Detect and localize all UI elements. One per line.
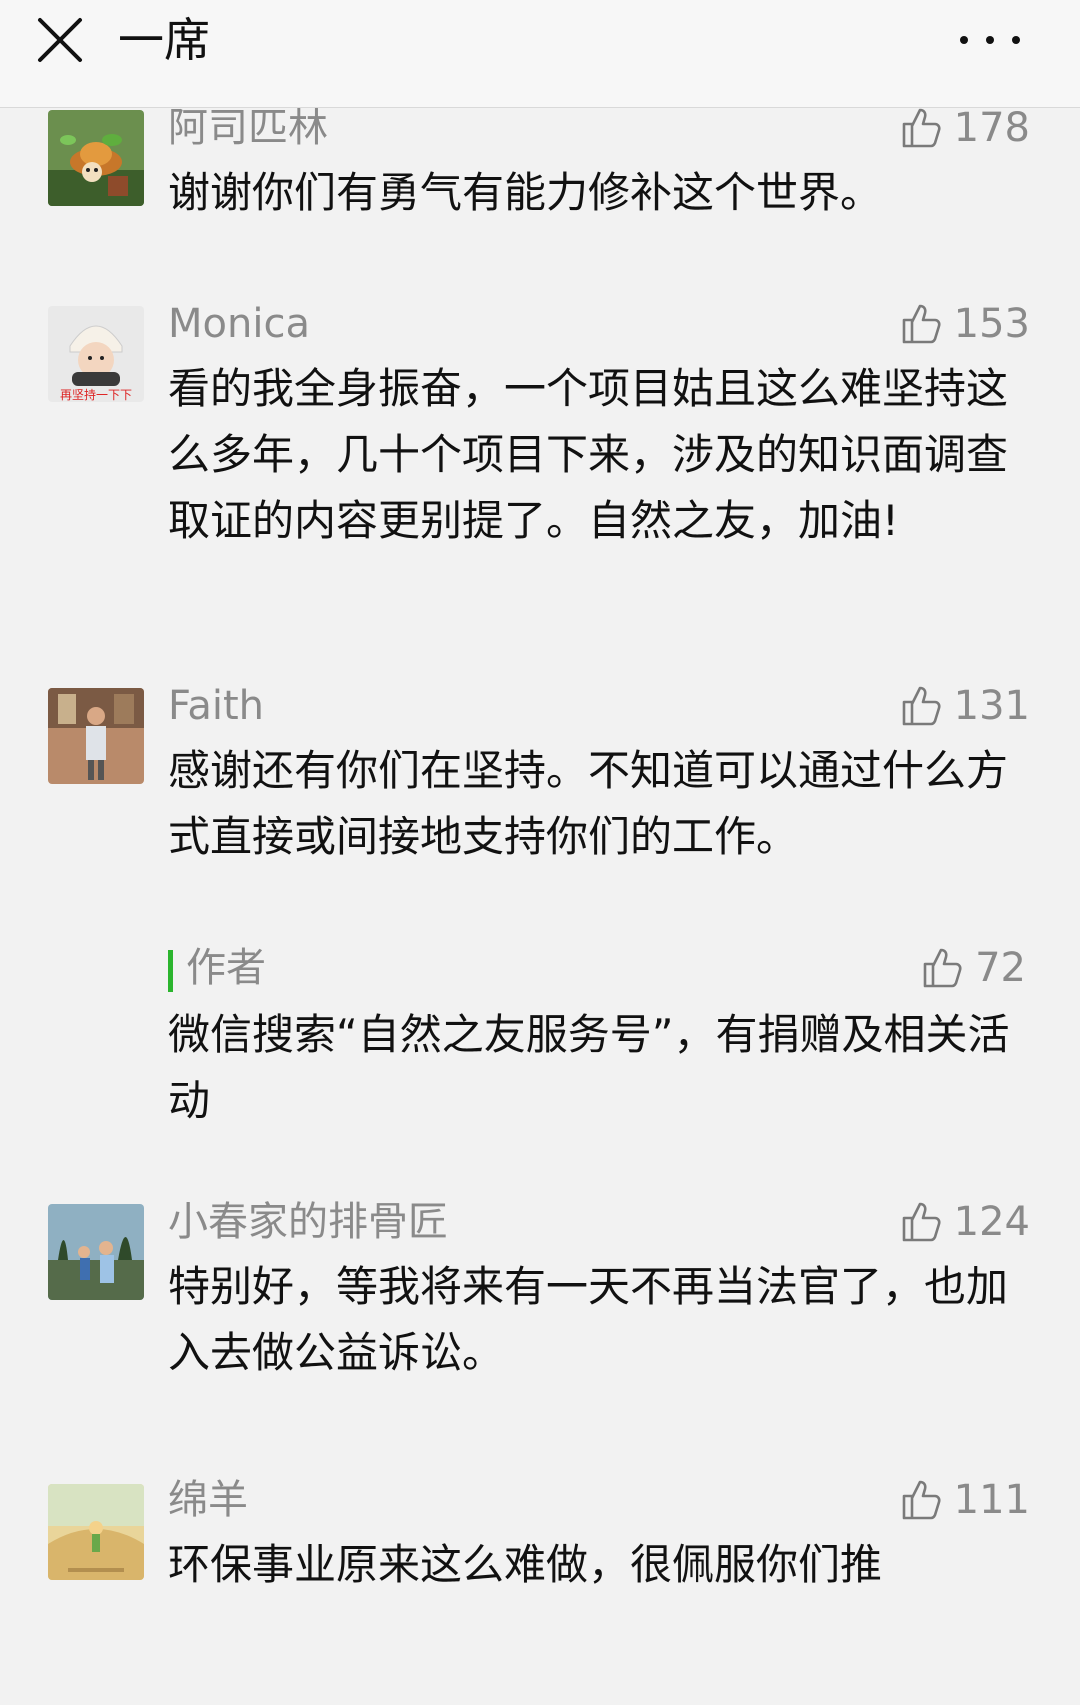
- comment-nickname[interactable]: 绵羊: [168, 1474, 248, 1526]
- comment-nickname[interactable]: Faith: [168, 680, 264, 732]
- like-button[interactable]: 111: [898, 1474, 1030, 1526]
- close-button[interactable]: [34, 14, 86, 66]
- more-button[interactable]: [960, 20, 1020, 60]
- avatar[interactable]: 再坚持一下下: [48, 306, 144, 402]
- avatar-caption: 再坚持一下下: [60, 387, 132, 402]
- like-count: 153: [953, 301, 1030, 347]
- avatar[interactable]: [48, 1484, 144, 1580]
- page-title: 一席: [118, 13, 210, 67]
- comment-nickname[interactable]: 小春家的排骨匠: [168, 1196, 448, 1248]
- comment-content: 看的我全身振奋，一个项目姑且这么难坚持这么多年，几十个项目下来，涉及的知识面调查…: [168, 364, 1009, 545]
- like-count: 111: [953, 1477, 1030, 1523]
- thumbs-up-icon: [902, 1202, 941, 1242]
- like-count: 124: [953, 1199, 1030, 1245]
- reply-like-button[interactable]: 72: [919, 942, 1026, 994]
- like-button[interactable]: 153: [898, 298, 1030, 350]
- close-icon: [38, 18, 82, 62]
- thumbs-up-icon: [902, 108, 941, 148]
- thumbs-up-icon: [902, 686, 941, 726]
- comment-content: 特别好，等我将来有一天不再当法官了，也加入去做公益诉讼。: [168, 1262, 1009, 1377]
- like-button[interactable]: 178: [898, 108, 1030, 154]
- reply-indicator: [168, 950, 173, 992]
- comment-content: 环保事业原来这么难做，很佩服你们推: [168, 1540, 883, 1589]
- avatar[interactable]: [48, 110, 144, 206]
- like-count: 178: [953, 108, 1030, 151]
- like-button[interactable]: 124: [898, 1196, 1030, 1248]
- more-icon: [960, 36, 968, 44]
- comment-content: 感谢还有你们在坚持。不知道可以通过什么方式直接或间接地支持你们的工作。: [168, 746, 1009, 861]
- thumbs-up-icon: [902, 304, 941, 344]
- comment-nickname[interactable]: 阿司匹林: [168, 108, 328, 154]
- like-count: 131: [953, 683, 1030, 729]
- reply-content: 微信搜索“自然之友服务号”，有捐赠及相关活动: [168, 1010, 1010, 1125]
- comment-content: 谢谢你们有勇气有能力修补这个世界。: [168, 168, 883, 217]
- thumbs-up-icon: [923, 948, 962, 988]
- thumbs-up-icon: [902, 1480, 941, 1520]
- avatar[interactable]: [48, 688, 144, 784]
- avatar[interactable]: [48, 1204, 144, 1300]
- like-button[interactable]: 131: [898, 680, 1030, 732]
- top-bar: 一席: [0, 0, 1080, 108]
- comment-list: 阿司匹林 178 谢谢你们有勇气有能力修补这个世界。 再坚持一下下 Monica: [0, 108, 1080, 1705]
- comment-nickname[interactable]: Monica: [168, 298, 310, 350]
- reply-author: 作者: [186, 945, 266, 991]
- reply-like-count: 72: [975, 945, 1026, 991]
